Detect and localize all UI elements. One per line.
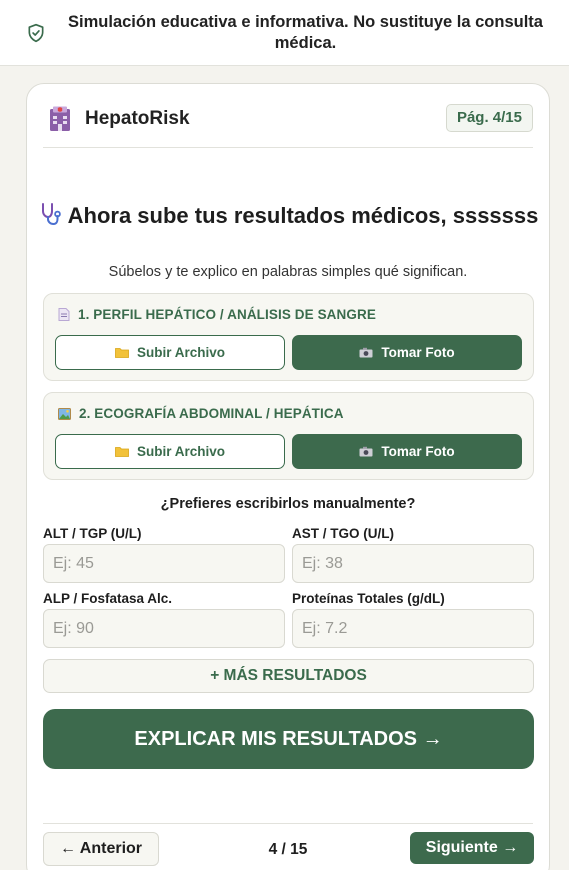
manual-entry-prompt: ¿Prefieres escribirlos manualmente? [160,496,416,512]
camera-icon [359,446,373,457]
alp-field-label: ALP / Fosfatasa Alc. [43,591,173,606]
take-photo-label: Tomar Foto [381,444,455,459]
footer-divider [43,823,533,824]
section-heading-text: 1. PERFIL HEPÁTICO / ANÁLISIS DE SANGRE [78,307,376,322]
total-protein-input[interactable] [292,609,534,648]
disclaimer-banner: Simulación educativa e informativa. No s… [0,0,569,66]
section-heading-text: 2. ECOGRAFÍA ABDOMINAL / HEPÁTICA [79,406,344,421]
page-subtitle: Súbelos y te explico en palabras simples… [108,264,468,280]
camera-icon [359,347,373,358]
folder-icon [115,348,129,358]
image-icon [58,407,71,420]
page-title-text: Ahora sube tus resultados médicos, sssss… [67,203,539,228]
shield-check-icon [28,23,44,43]
stethoscope-icon [41,203,61,226]
upload-file-label: Subir Archivo [136,444,225,459]
disclaimer-text: Simulación educativa e informativa. No s… [68,13,543,52]
upload-section-ultrasound: 2. ECOGRAFÍA ABDOMINAL / HEPÁTICA Subir … [43,392,534,480]
more-results-button[interactable]: + MÁS RESULTADOS [43,659,534,693]
upload-file-button[interactable]: Subir Archivo [55,434,285,469]
document-icon [58,308,70,321]
next-button[interactable]: Siguiente → [410,832,534,864]
upload-file-button[interactable]: Subir Archivo [55,335,285,370]
ast-field-label: AST / TGO (U/L) [292,526,394,541]
clinic-building-icon [50,106,70,131]
upload-file-label: Subir Archivo [136,345,225,360]
take-photo-button[interactable]: Tomar Foto [292,434,522,469]
page-badge: Pág. 4/15 [445,104,533,132]
take-photo-button[interactable]: Tomar Foto [292,335,522,370]
brand: HepatoRisk [49,106,190,132]
section-heading: 2. ECOGRAFÍA ABDOMINAL / HEPÁTICA [58,406,344,421]
alt-field-label: ALT / TGP (U/L) [43,526,142,541]
explain-results-button[interactable]: EXPLICAR MIS RESULTADOS → [43,709,534,769]
upload-section-liver-profile: 1. PERFIL HEPÁTICO / ANÁLISIS DE SANGRE … [43,293,534,381]
section-heading: 1. PERFIL HEPÁTICO / ANÁLISIS DE SANGRE [58,307,376,322]
ast-input[interactable] [292,544,534,583]
header-divider [43,147,533,148]
alp-input[interactable] [43,609,285,648]
total-protein-field-label: Proteínas Totales (g/dL) [292,591,445,606]
app-name: HepatoRisk [85,108,190,129]
alt-input[interactable] [43,544,285,583]
main-card: HepatoRisk Pág. 4/15 Ahora sube tus resu… [26,83,550,870]
take-photo-label: Tomar Foto [381,345,455,360]
folder-icon [115,447,129,457]
page-title: Ahora sube tus resultados médicos, sssss… [27,201,549,230]
